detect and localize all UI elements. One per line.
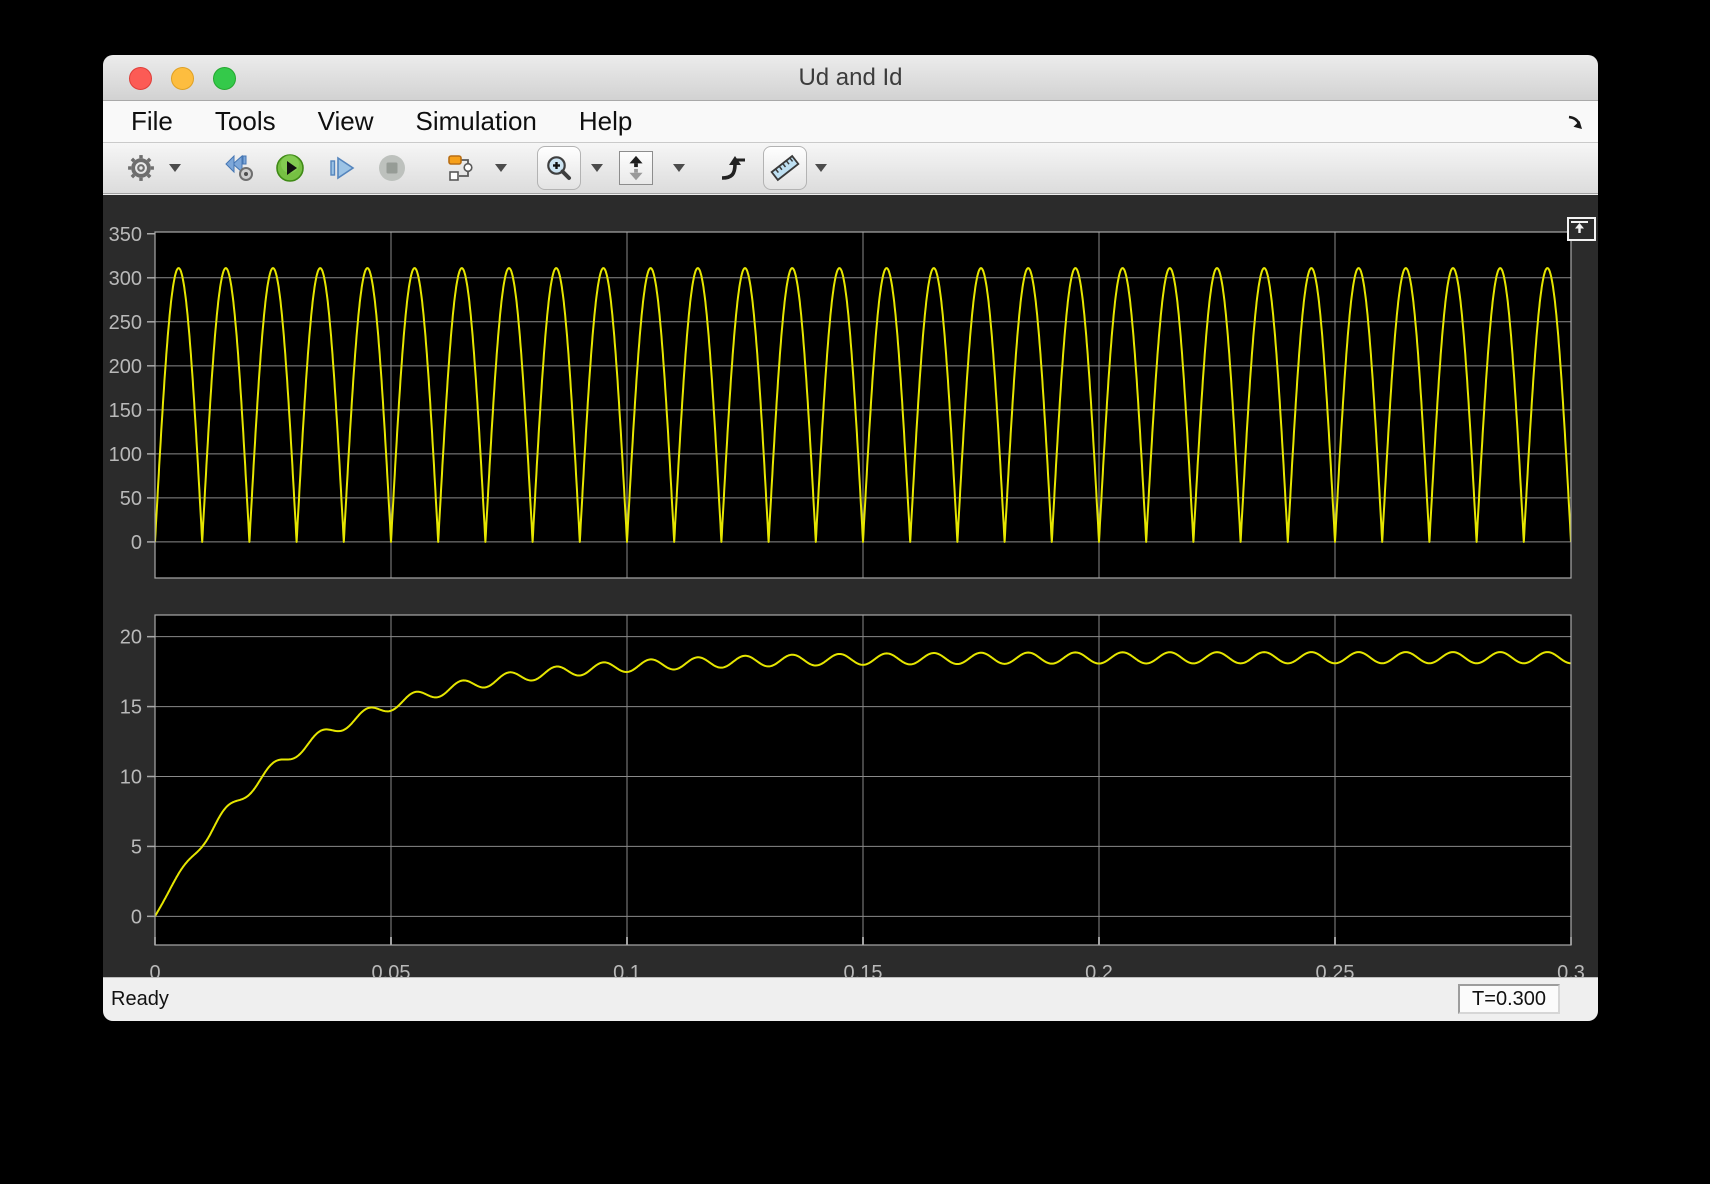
y-tick-label: 150 xyxy=(109,400,142,422)
zoom-dropdown-caret[interactable] xyxy=(591,164,603,172)
step-forward-button[interactable] xyxy=(327,155,357,181)
configuration-dropdown-caret[interactable] xyxy=(169,164,181,172)
step-forward-icon xyxy=(330,156,355,180)
y-tick-label: 5 xyxy=(131,836,142,858)
highlight-block-icon xyxy=(448,155,473,181)
trigger-icon xyxy=(721,156,745,180)
step-back-button[interactable] xyxy=(225,154,257,182)
titlebar[interactable]: Ud and Id xyxy=(103,55,1598,101)
menu-item-tools[interactable]: Tools xyxy=(215,106,276,137)
y-tick-label: 100 xyxy=(109,444,142,466)
toolbar xyxy=(103,142,1598,194)
dock-arrow-icon[interactable] xyxy=(1566,109,1586,140)
cursor-measurements-button[interactable] xyxy=(763,146,807,190)
y-tick-label: 15 xyxy=(120,697,142,719)
window-title: Ud and Id xyxy=(798,64,903,91)
configuration-properties-button[interactable] xyxy=(127,154,155,182)
expand-up-icon[interactable] xyxy=(1567,217,1596,241)
gear-icon xyxy=(128,155,154,181)
status-text: Ready xyxy=(111,988,169,1010)
run-icon xyxy=(276,154,304,182)
y-tick-label: 0 xyxy=(131,906,142,928)
y-tick-label: 350 xyxy=(109,224,142,246)
zoom-button[interactable] xyxy=(537,146,581,190)
y-tick-label: 200 xyxy=(109,356,142,378)
highlight-simulink-block-button[interactable] xyxy=(447,153,479,183)
menubar: File Tools View Simulation Help xyxy=(103,101,1598,142)
stop-icon xyxy=(379,155,405,181)
scope-canvas[interactable]: 0 50 100 150 200 250 300 350 0 5 10 15 20 0 0.05 0.1 0.1… xyxy=(103,194,1598,983)
sim-time-box: T=0.300 xyxy=(1458,984,1560,1014)
y-tick-label: 250 xyxy=(109,312,142,334)
scale-dropdown-caret[interactable] xyxy=(673,164,685,172)
menu-item-view[interactable]: View xyxy=(318,106,374,137)
measurements-dropdown-caret[interactable] xyxy=(815,164,827,172)
statusbar: Ready T=0.300 xyxy=(103,977,1598,1021)
menu-item-help[interactable]: Help xyxy=(579,106,632,137)
scale-y-axis-button[interactable] xyxy=(619,151,653,185)
menu-item-file[interactable]: File xyxy=(131,106,173,137)
menu-item-simulation[interactable]: Simulation xyxy=(416,106,537,137)
top-plot[interactable]: 0 50 100 150 200 250 300 350 xyxy=(109,224,1572,579)
zoom-icon xyxy=(547,156,571,180)
run-button[interactable] xyxy=(275,153,305,183)
step-back-icon xyxy=(225,154,253,181)
ruler-icon xyxy=(770,154,800,182)
trigger-button[interactable] xyxy=(719,153,747,183)
bottom-plot[interactable]: 051015200 0.05 0.1 0.15 0.2 0.25 0.3 xyxy=(120,614,1585,983)
y-tick-label: 10 xyxy=(120,767,142,789)
y-tick-label: 20 xyxy=(120,627,142,649)
highlight-dropdown-caret[interactable] xyxy=(495,164,507,172)
y-tick-label: 50 xyxy=(120,488,142,510)
y-tick-label: 300 xyxy=(109,268,142,290)
y-tick-label: 0 xyxy=(131,532,142,554)
fit-vertical-icon xyxy=(629,155,643,181)
stop-button[interactable] xyxy=(377,153,407,183)
scope-window: Ud and Id File Tools View Simulation Hel… xyxy=(103,55,1598,1021)
